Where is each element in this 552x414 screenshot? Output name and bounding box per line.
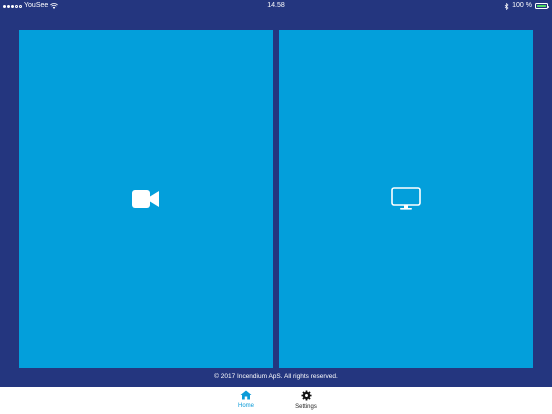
monitor-panel[interactable]	[279, 30, 533, 368]
gear-icon	[300, 390, 312, 401]
status-bar: YouSee 14.58 100 %	[0, 0, 552, 12]
clock: 14.58	[267, 2, 285, 9]
monitor-icon	[391, 187, 421, 210]
tab-bar: Home Settings	[0, 387, 552, 414]
tab-home[interactable]: Home	[221, 390, 271, 410]
tab-settings-label: Settings	[295, 404, 317, 410]
video-camera-panel[interactable]	[19, 30, 273, 368]
battery-icon	[535, 3, 550, 9]
tab-home-label: Home	[237, 403, 254, 409]
tab-settings[interactable]: Settings	[281, 390, 331, 411]
battery-level	[536, 4, 547, 8]
bluetooth-icon	[504, 2, 509, 10]
battery-percentage: 100 %	[512, 2, 532, 9]
video-camera-icon	[132, 190, 159, 208]
home-icon	[240, 390, 252, 400]
copyright-text: © 2017 Incendium ApS. All rights reserve…	[214, 373, 338, 380]
status-right: 100 %	[504, 0, 550, 12]
